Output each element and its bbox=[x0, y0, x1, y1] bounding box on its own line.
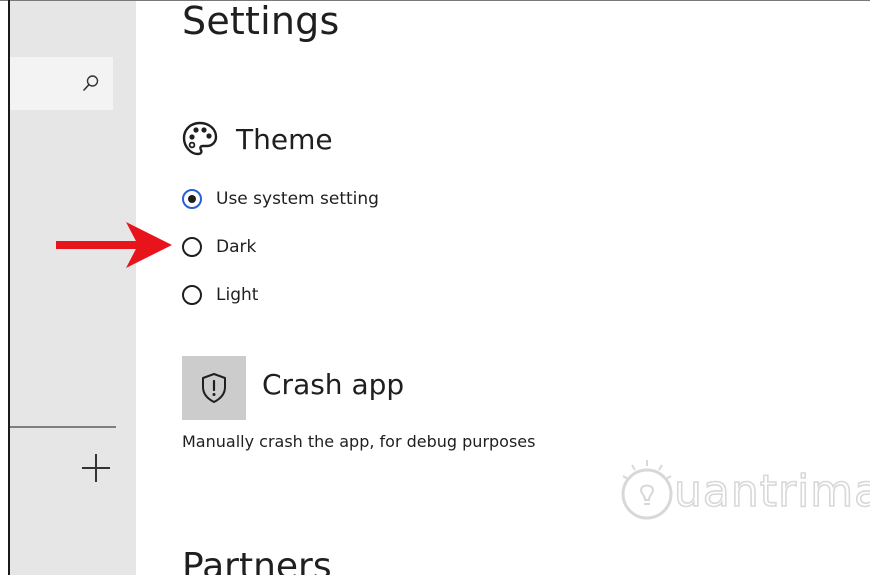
page-title: Settings bbox=[182, 0, 340, 43]
palette-icon bbox=[182, 121, 218, 156]
radio-unselected-icon[interactable] bbox=[182, 285, 202, 305]
theme-option-dark[interactable]: Dark bbox=[182, 232, 379, 262]
theme-radio-group: Use system setting Dark Light bbox=[182, 184, 379, 328]
search-box[interactable] bbox=[10, 57, 113, 110]
search-icon[interactable] bbox=[81, 73, 101, 93]
theme-option-label: Dark bbox=[216, 237, 257, 257]
theme-option-light[interactable]: Light bbox=[182, 280, 379, 310]
theme-section-header: Theme bbox=[180, 115, 333, 163]
sidebar-divider bbox=[10, 426, 116, 428]
radio-unselected-icon[interactable] bbox=[182, 237, 202, 257]
theme-option-system[interactable]: Use system setting bbox=[182, 184, 379, 214]
crash-app-description: Manually crash the app, for debug purpos… bbox=[182, 432, 536, 451]
theme-section-title: Theme bbox=[236, 122, 333, 156]
plus-icon bbox=[82, 454, 110, 482]
add-button[interactable] bbox=[76, 448, 116, 488]
crash-app-tile[interactable] bbox=[182, 356, 246, 420]
watermark: uantrimang bbox=[614, 451, 870, 531]
radio-selected-icon[interactable] bbox=[182, 189, 202, 209]
crash-app-title[interactable]: Crash app bbox=[262, 368, 404, 401]
theme-option-label: Light bbox=[216, 285, 259, 305]
watermark-text: uantrimang bbox=[673, 465, 870, 518]
lightbulb-icon bbox=[621, 460, 673, 520]
red-arrow-icon bbox=[56, 222, 172, 268]
navigation-pane bbox=[10, 1, 136, 575]
partners-section-title: Partners bbox=[182, 546, 332, 575]
shield-alert-icon bbox=[202, 373, 226, 403]
settings-window: Settings Theme Use system setting Dark L… bbox=[0, 0, 870, 575]
theme-option-label: Use system setting bbox=[216, 189, 379, 209]
settings-content: Settings Theme Use system setting Dark L… bbox=[136, 0, 870, 575]
